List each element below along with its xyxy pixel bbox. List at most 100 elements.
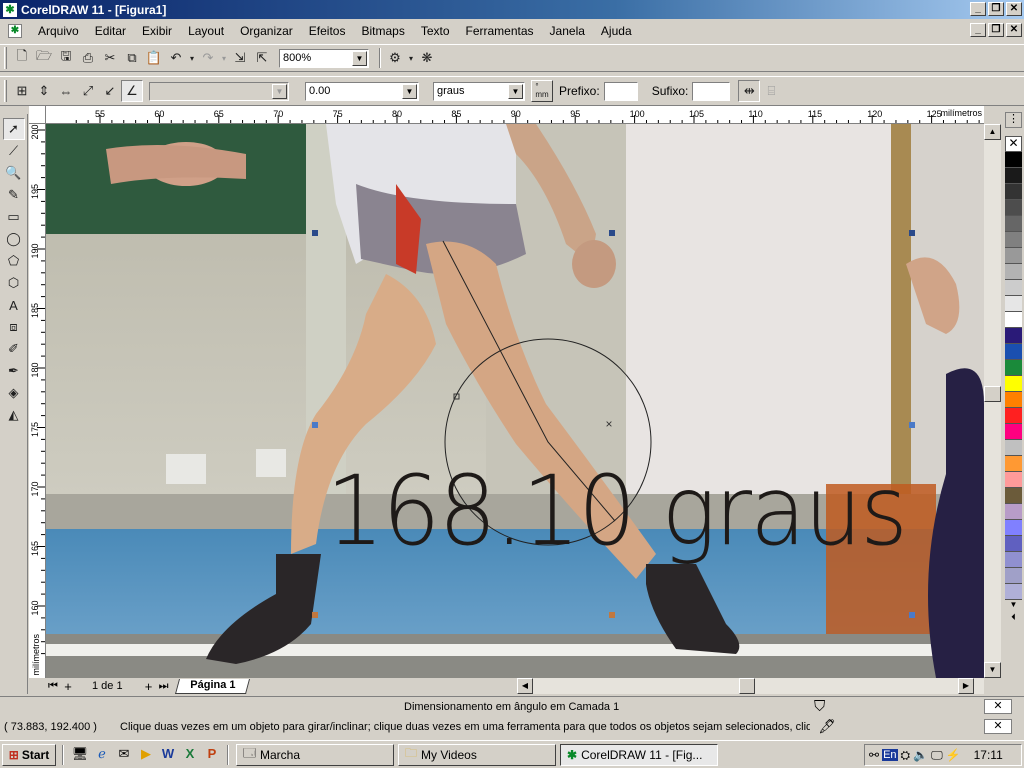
color-swatch[interactable] — [1005, 536, 1022, 552]
last-page-icon[interactable]: ⏭ — [157, 680, 171, 693]
powerpoint-icon[interactable]: P — [203, 746, 221, 764]
print-icon[interactable]: ⎙ — [77, 47, 99, 69]
cut-icon[interactable]: ✂ — [99, 47, 121, 69]
scroll-down-arrow-icon[interactable]: ▼ — [984, 662, 1001, 678]
fill-none-swatch[interactable]: ✕ — [984, 699, 1012, 714]
start-button[interactable]: ⊞ Start — [2, 743, 56, 766]
color-swatch[interactable] — [1005, 344, 1022, 360]
suffix-input[interactable] — [692, 81, 731, 101]
units-combo[interactable]: graus ▼ — [433, 81, 525, 101]
doc-close-button[interactable]: ✕ — [1006, 23, 1022, 37]
color-swatch[interactable] — [1005, 456, 1022, 472]
menu-ajuda[interactable]: Ajuda — [593, 24, 640, 38]
color-swatch[interactable] — [1005, 376, 1022, 392]
color-swatch[interactable] — [1005, 216, 1022, 232]
paste-icon[interactable]: 📋 — [143, 47, 165, 69]
color-swatch[interactable] — [1005, 360, 1022, 376]
pick-tool-icon[interactable]: ➚ — [2, 118, 25, 140]
task-marcha[interactable]: 🗔 Marcha — [236, 743, 394, 766]
word-icon[interactable]: W — [159, 746, 177, 764]
open-icon[interactable]: 🗁 — [33, 47, 55, 69]
ellipse-tool-icon[interactable]: ◯ — [3, 228, 25, 250]
show-desktop-icon[interactable]: 🖥 — [71, 746, 89, 764]
internet-explorer-icon[interactable]: ℯ — [93, 746, 111, 764]
outlook-icon[interactable]: ✉ — [115, 746, 133, 764]
add-page-after-icon[interactable]: + — [141, 679, 157, 694]
page-tab[interactable]: Página 1 — [174, 678, 250, 694]
color-swatch[interactable] — [1005, 312, 1022, 328]
color-swatch[interactable] — [1005, 440, 1022, 456]
scroll-left-arrow-icon[interactable]: ◀ — [517, 678, 533, 694]
color-swatch[interactable] — [1005, 424, 1022, 440]
color-swatch[interactable] — [1005, 168, 1022, 184]
import-icon[interactable]: ⇲ — [229, 47, 251, 69]
language-indicator[interactable]: En — [882, 749, 898, 761]
menu-editar[interactable]: Editar — [87, 24, 134, 38]
pen-nib-icon[interactable]: 🖋 — [818, 718, 836, 735]
vertical-ruler[interactable]: 200 195 190 185 180 175 170 165 160 milímetros — [29, 124, 46, 678]
menu-texto[interactable]: Texto — [413, 24, 458, 38]
zoom-tool-icon[interactable]: 🔍 — [3, 162, 25, 184]
launcher-dropdown-icon[interactable]: ▾ — [406, 47, 416, 69]
vertical-dimension-icon[interactable]: ⇕ — [33, 80, 55, 102]
prefix-input[interactable] — [603, 81, 638, 101]
task-coreldraw[interactable]: ✱ CorelDRAW 11 - [Fig... — [560, 743, 718, 766]
color-swatch[interactable] — [1005, 488, 1022, 504]
horizontal-ruler[interactable]: 55 60 65 70 75 80 85 90 95 100 105 110 115 120 125 mil… — [46, 106, 984, 124]
application-launcher-icon[interactable]: ⚙ — [384, 47, 406, 69]
color-swatch[interactable] — [1005, 584, 1022, 600]
color-swatch[interactable] — [1005, 248, 1022, 264]
dynamic-dimension-icon[interactable]: ⇹ — [738, 80, 761, 102]
doc-minimize-button[interactable]: _ — [970, 23, 986, 37]
redo-icon[interactable]: ↷ — [197, 47, 219, 69]
vertical-scroll-thumb[interactable] — [984, 386, 1001, 402]
media-player-icon[interactable]: ▶ — [137, 746, 155, 764]
color-swatch[interactable] — [1005, 552, 1022, 568]
color-swatch[interactable] — [1005, 408, 1022, 424]
no-color-swatch[interactable]: ✕ — [1005, 136, 1022, 152]
palette-scroll-down-icon[interactable]: ▼ — [1005, 600, 1022, 612]
scroll-right-arrow-icon[interactable]: ▶ — [958, 678, 974, 694]
color-swatch[interactable] — [1005, 200, 1022, 216]
menu-arquivo[interactable]: Arquivo — [30, 24, 87, 38]
first-page-icon[interactable]: ⏮ — [46, 680, 60, 693]
close-button[interactable]: ✕ — [1006, 2, 1022, 16]
maximize-button[interactable]: ❐ — [988, 2, 1004, 16]
chevron-down-icon[interactable]: ▼ — [352, 50, 367, 66]
menu-exibir[interactable]: Exibir — [134, 24, 180, 38]
task-my-videos[interactable]: 🗀 My Videos — [398, 743, 556, 766]
outline-tool-icon[interactable]: ✒ — [3, 360, 25, 382]
network-icon[interactable]: ⚯ — [869, 748, 879, 762]
color-swatch[interactable] — [1005, 520, 1022, 536]
polygon-tool-icon[interactable]: ⬠ — [3, 250, 25, 272]
color-swatch[interactable] — [1005, 152, 1022, 168]
precision-combo[interactable]: 0.00 ▼ — [305, 81, 419, 101]
auto-dimension-icon[interactable]: ⊞ — [11, 80, 33, 102]
angular-dimension-icon[interactable]: ∠ — [121, 80, 143, 102]
doc-restore-button[interactable]: ❐ — [988, 23, 1004, 37]
basic-shapes-tool-icon[interactable]: ⬡ — [3, 272, 25, 294]
tray-app-icon[interactable]: ⛭ — [901, 748, 911, 763]
rectangle-tool-icon[interactable]: ▭ — [3, 206, 25, 228]
angle-measurement-text[interactable]: 168.10 graus — [326, 455, 908, 567]
export-icon[interactable]: ⇱ — [251, 47, 273, 69]
menu-layout[interactable]: Layout — [180, 24, 232, 38]
color-swatch[interactable] — [1005, 280, 1022, 296]
scroll-up-arrow-icon[interactable]: ▲ — [984, 124, 1001, 140]
color-swatch[interactable] — [1005, 264, 1022, 280]
zoom-combo[interactable]: 800% ▼ — [279, 48, 369, 68]
redo-dropdown-icon[interactable]: ▾ — [219, 47, 229, 69]
chevron-down-icon[interactable]: ▼ — [402, 83, 417, 99]
new-icon[interactable]: 🗋 — [11, 47, 33, 69]
chevron-down-icon[interactable]: ▼ — [508, 83, 523, 99]
color-swatch[interactable] — [1005, 328, 1022, 344]
show-units-icon[interactable]: ° mm — [531, 80, 553, 102]
interactive-fill-tool-icon[interactable]: ◭ — [3, 404, 25, 426]
slanted-dimension-icon[interactable]: ⤢ — [77, 80, 99, 102]
monitor-icon[interactable]: 🖵 — [931, 748, 943, 763]
horizontal-dimension-icon[interactable]: ⇔ — [55, 80, 77, 102]
photo-bitmap[interactable]: × 168.10 graus — [46, 124, 984, 678]
menu-organizar[interactable]: Organizar — [232, 24, 301, 38]
outline-none-swatch[interactable]: ✕ — [984, 719, 1012, 734]
menu-bitmaps[interactable]: Bitmaps — [353, 24, 412, 38]
